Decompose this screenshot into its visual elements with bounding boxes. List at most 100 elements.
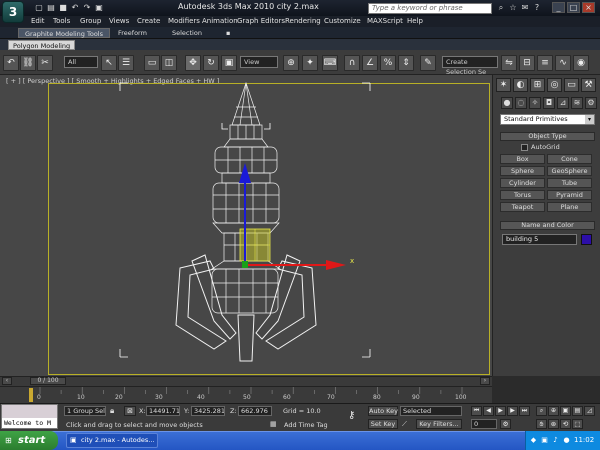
search-input[interactable]: Type a keyword or phrase	[368, 3, 492, 14]
menu-tools[interactable]: Tools	[53, 17, 70, 25]
add-time-tag-button[interactable]: Add Time Tag	[284, 421, 328, 429]
set-key-button[interactable]: Set Key	[368, 419, 398, 429]
fov-icon[interactable]: ◿	[584, 406, 595, 416]
key-icon[interactable]: ⚷	[348, 410, 364, 422]
zoom-all-icon[interactable]: ⊕	[548, 406, 559, 416]
default-in-out-icon[interactable]: ⟋	[402, 419, 414, 429]
window-crossing-icon[interactable]: ◫	[161, 55, 177, 71]
pan-icon[interactable]: ✋︎	[536, 419, 547, 429]
menu-animation[interactable]: Animation	[202, 17, 238, 25]
search-icon[interactable]: ⌕	[496, 3, 506, 13]
primitive-type-dropdown[interactable]: Standard Primitives	[500, 114, 595, 125]
select-object-icon[interactable]: ↖	[101, 55, 117, 71]
tray-shield-icon[interactable]: ◆	[529, 436, 538, 445]
absolute-mode-icon[interactable]: ⊠	[124, 406, 136, 416]
menu-customize[interactable]: Customize	[324, 17, 361, 25]
menu-graph-editors[interactable]: Graph Editors	[237, 17, 285, 25]
tray-network-icon[interactable]: ▣	[540, 436, 549, 445]
project-folder-icon[interactable]: ▣	[94, 3, 104, 13]
play-icon[interactable]: ▶	[495, 406, 506, 416]
minimize-button[interactable]: _	[552, 2, 565, 13]
zoom-icon[interactable]: ⌕	[536, 406, 547, 416]
lights-icon[interactable]: ✧	[529, 97, 541, 109]
geosphere-button[interactable]: GeoSphere	[547, 166, 592, 176]
selection-filter-dropdown[interactable]: All	[64, 56, 98, 68]
next-frame-icon[interactable]: ›	[480, 377, 490, 385]
object-type-rollout[interactable]: Object Type	[500, 132, 595, 141]
tab-freeform[interactable]: Freeform	[112, 28, 153, 38]
maxscript-input[interactable]: Welcome to M	[2, 418, 57, 428]
ribbon-toggle-icon[interactable]: ▪	[220, 28, 236, 38]
mirror-icon[interactable]: ⇋	[501, 55, 517, 71]
select-by-name-icon[interactable]: ☰	[118, 55, 134, 71]
angle-snap-icon[interactable]: ∠	[362, 55, 378, 71]
prev-frame-icon[interactable]: ‹	[2, 377, 12, 385]
time-slider-thumb[interactable]: 0 / 100	[30, 377, 66, 385]
cone-button[interactable]: Cone	[547, 154, 592, 164]
systems-icon[interactable]: ⚙	[585, 97, 597, 109]
cylinder-button[interactable]: Cylinder	[500, 178, 545, 188]
menu-help[interactable]: Help	[407, 17, 423, 25]
taskbar-item-3ds-max[interactable]: city 2.max - Autodes...	[66, 433, 158, 448]
time-slider-track[interactable]	[0, 376, 492, 386]
tab-graphite-modeling-tools[interactable]: Graphite Modeling Tools	[18, 28, 111, 38]
layer-manager-icon[interactable]: ≡	[537, 55, 553, 71]
reference-coordinate-dropdown[interactable]: View	[240, 56, 278, 68]
key-mode-dropdown[interactable]: Selected	[400, 406, 462, 416]
scene-geometry[interactable]: x	[0, 75, 492, 376]
maximize-button[interactable]: □	[567, 2, 580, 13]
menu-group[interactable]: Group	[80, 17, 101, 25]
spinner-snap-icon[interactable]: ⇕	[398, 55, 414, 71]
snaps-toggle-icon[interactable]: ∩	[344, 55, 360, 71]
auto-key-button[interactable]: Auto Key	[368, 406, 398, 416]
create-tab-icon[interactable]: ✶	[496, 78, 511, 92]
curve-editor-icon[interactable]: ∿	[555, 55, 571, 71]
space-warps-icon[interactable]: ≋	[571, 97, 583, 109]
scale-icon[interactable]: ▣	[221, 55, 237, 71]
motion-tab-icon[interactable]: ◎	[547, 78, 562, 92]
object-name-input[interactable]: building 5	[502, 234, 577, 245]
zoom-extents-icon[interactable]: ▣	[560, 406, 571, 416]
plane-button[interactable]: Plane	[547, 202, 592, 212]
orbit-icon[interactable]: ⟲	[560, 419, 571, 429]
helpers-icon[interactable]: ⊿	[557, 97, 569, 109]
menu-views[interactable]: Views	[109, 17, 129, 25]
geometry-icon[interactable]: ●	[501, 97, 513, 109]
previous-key-icon[interactable]: ◀	[483, 406, 494, 416]
chevron-down-icon[interactable]: ▾	[585, 115, 594, 124]
maximize-viewport-icon[interactable]: ⬚	[572, 419, 583, 429]
communication-icon[interactable]: ✉	[520, 3, 530, 13]
app-menu-icon[interactable]: 3	[2, 1, 24, 23]
undo-icon[interactable]: ↶	[70, 3, 80, 13]
go-to-start-icon[interactable]: ⏮︎	[471, 406, 482, 416]
keyboard-shortcut-icon[interactable]: ⌨	[322, 55, 338, 71]
time-config-icon[interactable]: ⚙	[500, 419, 511, 429]
named-selection-dropdown[interactable]: Create Selection Se	[442, 56, 498, 76]
save-file-icon[interactable]: ■	[58, 3, 68, 13]
open-file-icon[interactable]: ▤	[46, 3, 56, 13]
menu-maxscript[interactable]: MAXScript	[367, 17, 403, 25]
tube-button[interactable]: Tube	[547, 178, 592, 188]
help-icon[interactable]: ?	[532, 3, 542, 13]
walkthrough-icon[interactable]: ⊛	[548, 419, 559, 429]
select-manipulate-icon[interactable]: ✦	[302, 55, 318, 71]
teapot-button[interactable]: Teapot	[500, 202, 545, 212]
shapes-icon[interactable]: ◌	[515, 97, 527, 109]
utilities-tab-icon[interactable]: ⚒	[581, 78, 596, 92]
time-tag-icon[interactable]: ▦	[270, 420, 280, 429]
tray-volume-icon[interactable]: ♪	[551, 436, 560, 445]
menu-create[interactable]: Create	[137, 17, 160, 25]
edit-named-selection-icon[interactable]: ✎	[420, 55, 436, 71]
zoom-extents-all-icon[interactable]: ▤	[572, 406, 583, 416]
tab-polygon-modeling[interactable]: Polygon Modeling	[8, 40, 76, 50]
y-coordinate-field[interactable]: 3425.281	[191, 406, 225, 416]
rotate-icon[interactable]: ↻	[203, 55, 219, 71]
torus-button[interactable]: Torus	[500, 190, 545, 200]
select-link-icon[interactable]: ⛓	[20, 55, 36, 71]
x-coordinate-field[interactable]: 14491.717	[146, 406, 180, 416]
menu-rendering[interactable]: Rendering	[285, 17, 321, 25]
display-tab-icon[interactable]: ▭	[564, 78, 579, 92]
box-button[interactable]: Box	[500, 154, 545, 164]
new-file-icon[interactable]: ▢	[34, 3, 44, 13]
close-button[interactable]: ×	[582, 2, 595, 13]
